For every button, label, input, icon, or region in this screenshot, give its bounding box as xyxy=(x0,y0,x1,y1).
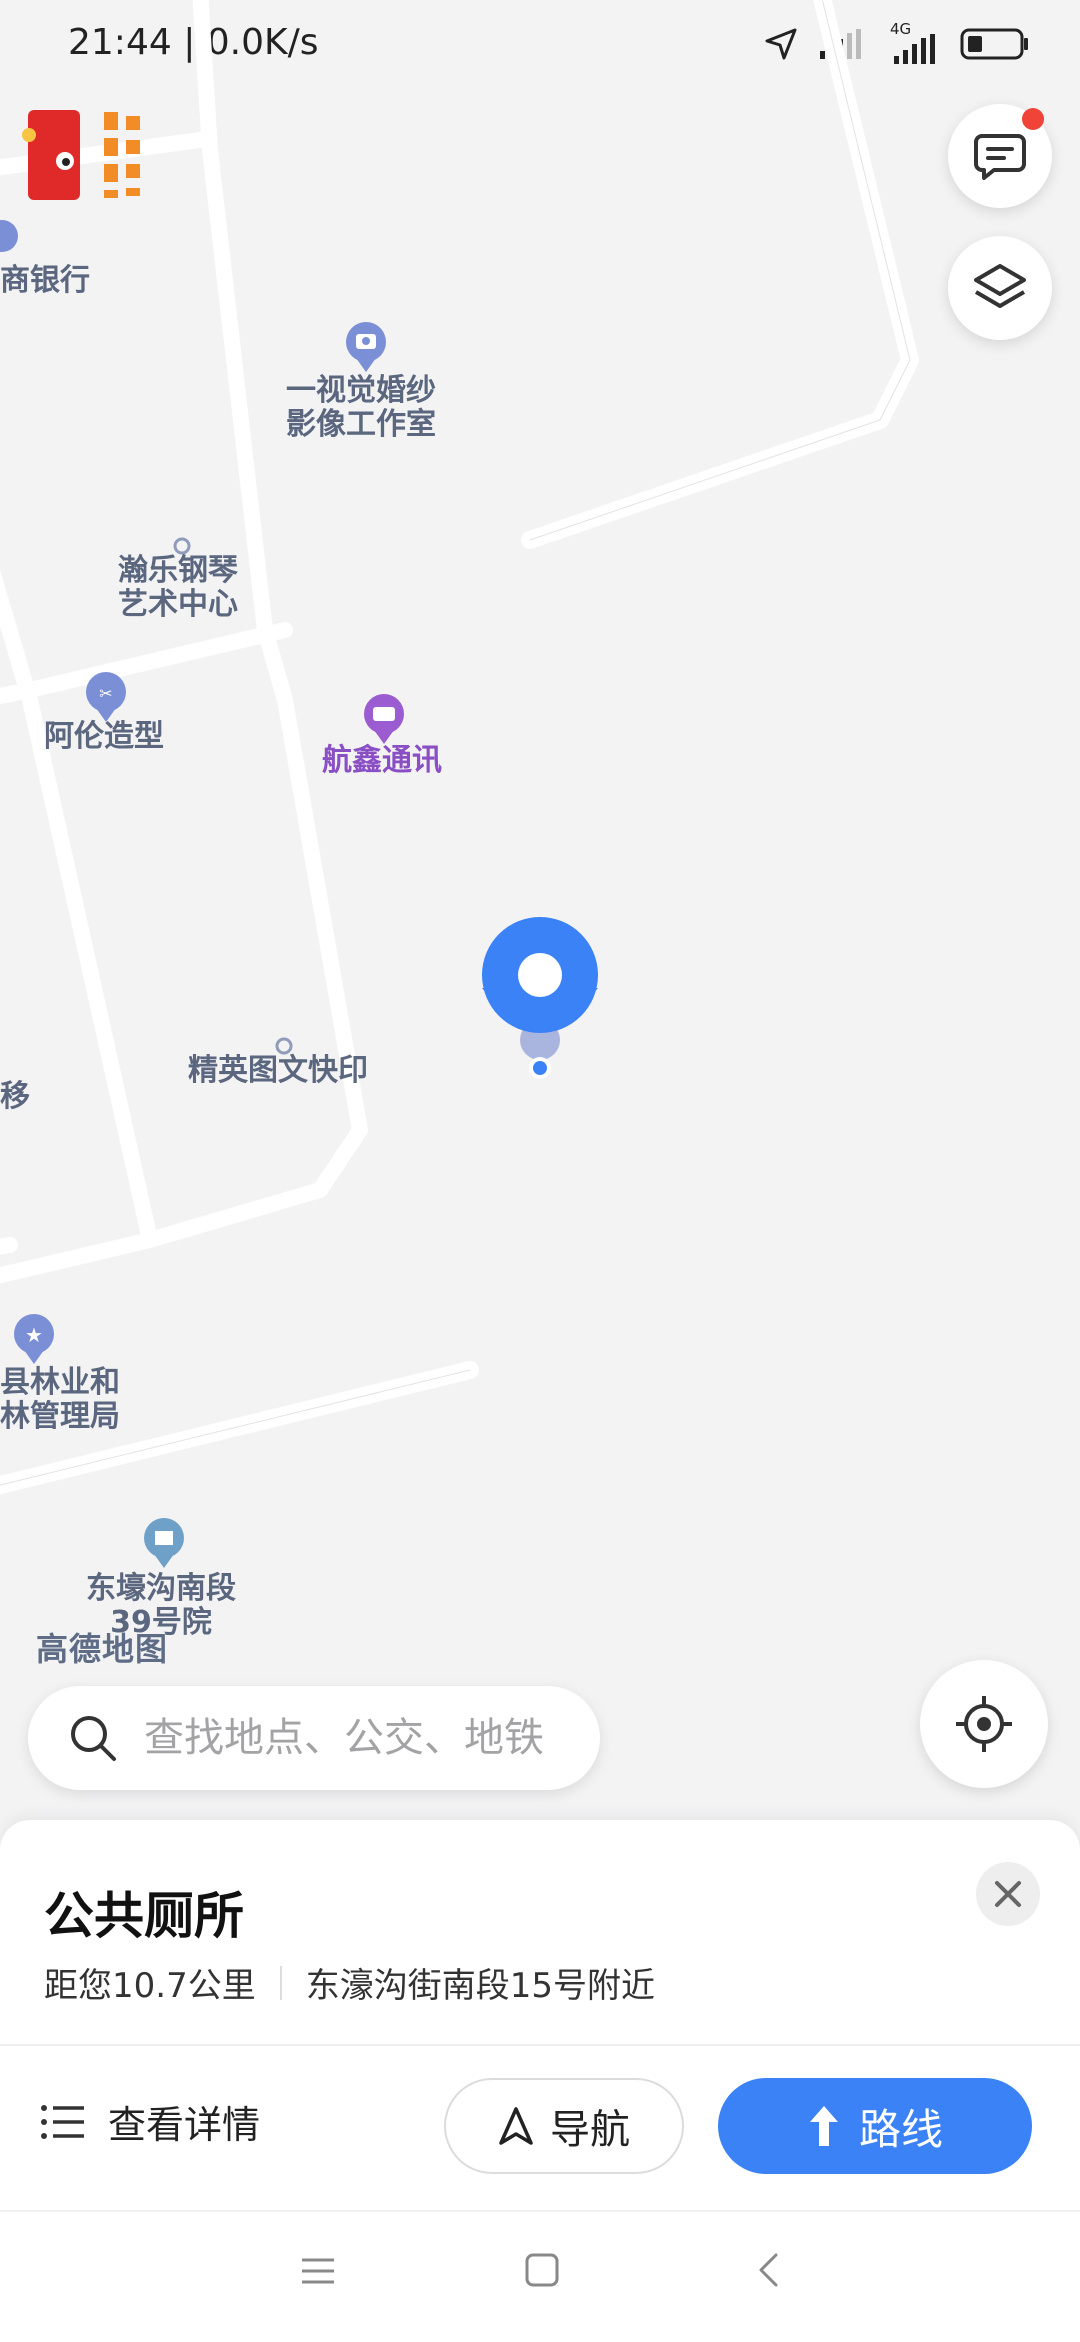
view-details-button[interactable]: 查看详情 xyxy=(40,2094,260,2149)
poi-marker-bank[interactable] xyxy=(0,220,18,252)
home-nav-button[interactable] xyxy=(524,2252,560,2292)
locate-me-button[interactable] xyxy=(920,1660,1048,1788)
poi-marker-telecom[interactable] xyxy=(364,694,404,744)
route-label: 路线 xyxy=(858,2104,943,2154)
navigate-button[interactable]: 导航 xyxy=(444,2078,684,2174)
selected-location-pin[interactable] xyxy=(482,917,598,1079)
map-canvas[interactable]: ✂ ★ xyxy=(0,0,1080,1830)
map-label-bank: 商银行 xyxy=(0,263,90,298)
menu-nav-button[interactable] xyxy=(300,2256,336,2290)
meta-separator xyxy=(279,1965,282,2000)
map-label-piano: 瀚乐钢琴 艺术中心 xyxy=(118,553,238,622)
place-meta: 距您10.7公里 东濠沟街南段15号附近 xyxy=(44,1958,655,2007)
messages-button[interactable] xyxy=(948,104,1052,208)
map-label-print-shop: 精英图文快印 xyxy=(188,1053,368,1088)
view-details-label: 查看详情 xyxy=(108,2103,261,2147)
menu-icon xyxy=(302,2258,334,2284)
map-label-hair-salon: 阿伦造型 xyxy=(44,719,164,754)
poi-marker-hair[interactable]: ✂ xyxy=(86,672,126,722)
poi-marker-wedding[interactable] xyxy=(346,322,386,372)
poi-marker-courtyard[interactable] xyxy=(144,1518,184,1568)
back-chevron-icon xyxy=(759,2253,778,2287)
search-icon xyxy=(71,1716,116,1761)
svg-text:✂: ✂ xyxy=(99,684,112,703)
crosshair-icon xyxy=(956,1696,1012,1752)
message-icon xyxy=(974,134,1026,180)
poi-marker-piano[interactable] xyxy=(173,537,191,555)
place-name: 公共厕所 xyxy=(44,1887,244,1945)
sheet-divider xyxy=(0,2044,1080,2046)
promo-icon[interactable] xyxy=(22,108,142,204)
route-button[interactable]: 路线 xyxy=(718,2078,1032,2174)
place-distance: 距您10.7公里 xyxy=(44,1966,256,2006)
notification-dot xyxy=(1022,108,1044,130)
svg-text:★: ★ xyxy=(25,1323,43,1347)
poi-marker-forestry[interactable]: ★ xyxy=(14,1314,54,1364)
home-square-icon xyxy=(525,2253,559,2287)
layers-icon xyxy=(974,264,1026,308)
route-arrow-icon xyxy=(809,2106,838,2146)
map-watermark: 高德地图 xyxy=(36,1630,169,1668)
map-label-wedding-studio: 一视觉婚纱 影像工作室 xyxy=(286,373,436,442)
layers-button[interactable] xyxy=(948,236,1052,340)
navigation-arrow-icon xyxy=(499,2107,533,2145)
place-address: 东濠沟街南段15号附近 xyxy=(305,1966,655,2006)
search-bar[interactable] xyxy=(28,1686,600,1790)
close-button[interactable] xyxy=(976,1862,1040,1926)
search-input[interactable] xyxy=(142,1714,586,1762)
map-label-forestry: 县林业和 林管理局 xyxy=(0,1365,120,1434)
navigate-label: 导航 xyxy=(550,2107,630,2153)
back-nav-button[interactable] xyxy=(756,2252,780,2292)
poi-marker-print[interactable] xyxy=(275,1037,293,1055)
close-icon xyxy=(995,1881,1021,1907)
map-label-edge: 移 xyxy=(0,1079,30,1114)
list-icon xyxy=(41,2104,84,2139)
map-label-telecom: 航鑫通讯 xyxy=(322,743,442,778)
